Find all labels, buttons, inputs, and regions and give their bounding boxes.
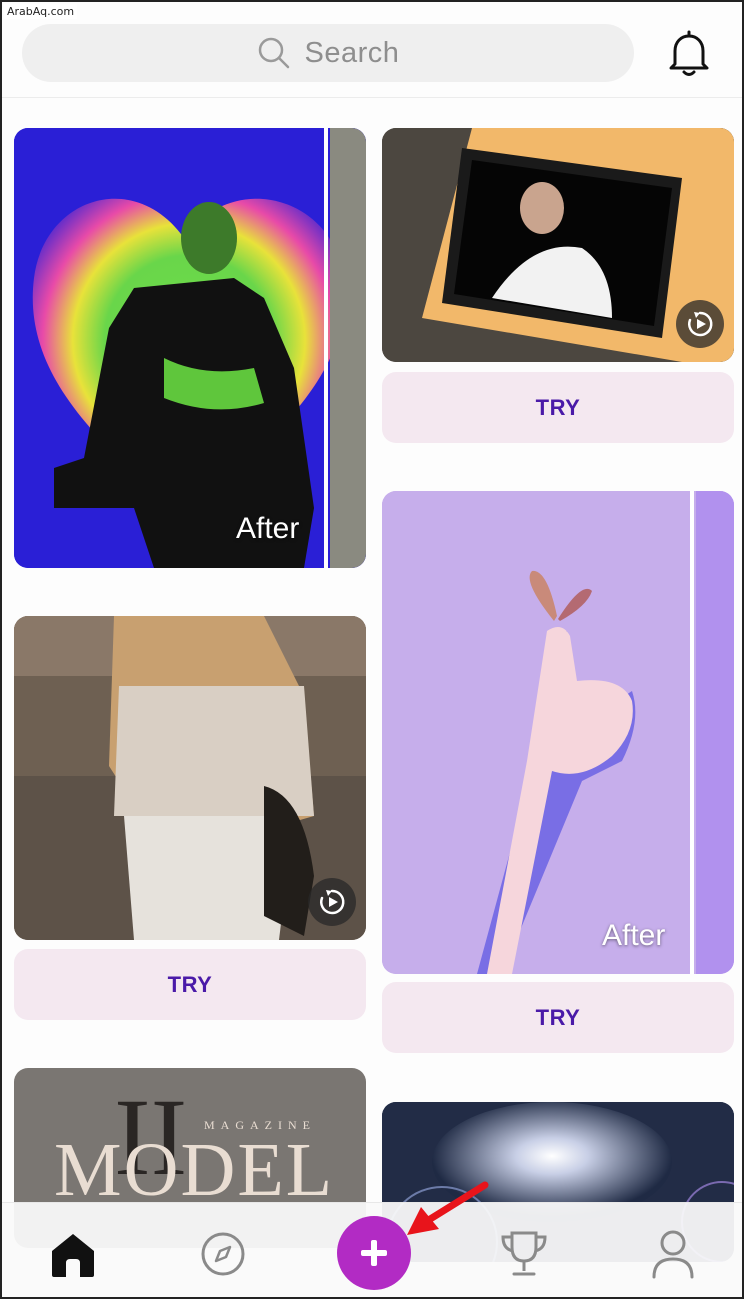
- app-screen: ArabAq.com Search After TRY TRY After TR…: [0, 0, 744, 1299]
- top-bar: Search: [2, 2, 742, 98]
- after-label: After: [236, 512, 300, 545]
- watermark: ArabAq.com: [4, 4, 78, 19]
- notifications-bell-icon[interactable]: [666, 30, 712, 78]
- try-button-street[interactable]: TRY: [14, 949, 366, 1020]
- try-button-butterfly[interactable]: TRY: [382, 982, 734, 1053]
- search-placeholder: Search: [304, 36, 400, 69]
- challenges-icon[interactable]: [499, 1229, 549, 1279]
- annotation-arrow-icon: [407, 1181, 489, 1235]
- plus-icon: [361, 1240, 387, 1266]
- try-button-frame[interactable]: TRY: [382, 372, 734, 443]
- butterfly-photo: [382, 491, 734, 974]
- search-bar[interactable]: Search: [22, 24, 634, 82]
- replay-icon: [320, 889, 345, 915]
- after-label: After: [602, 919, 666, 952]
- explore-icon[interactable]: [200, 1231, 246, 1277]
- before-after-divider[interactable]: [324, 128, 328, 568]
- effect-card-frame[interactable]: [382, 128, 734, 362]
- before-after-divider[interactable]: [690, 491, 694, 974]
- magazine-title: MODEL: [54, 1128, 335, 1212]
- effect-card-heart[interactable]: After: [14, 128, 366, 568]
- home-icon[interactable]: [48, 1231, 98, 1279]
- effect-card-butterfly[interactable]: After: [382, 491, 734, 974]
- replay-icon: [688, 311, 713, 337]
- heart-photo: [14, 128, 366, 568]
- replay-button[interactable]: [676, 300, 724, 348]
- profile-icon[interactable]: [650, 1229, 696, 1279]
- effect-card-street[interactable]: [14, 616, 366, 940]
- search-icon: [258, 37, 289, 69]
- replay-button[interactable]: [308, 878, 356, 926]
